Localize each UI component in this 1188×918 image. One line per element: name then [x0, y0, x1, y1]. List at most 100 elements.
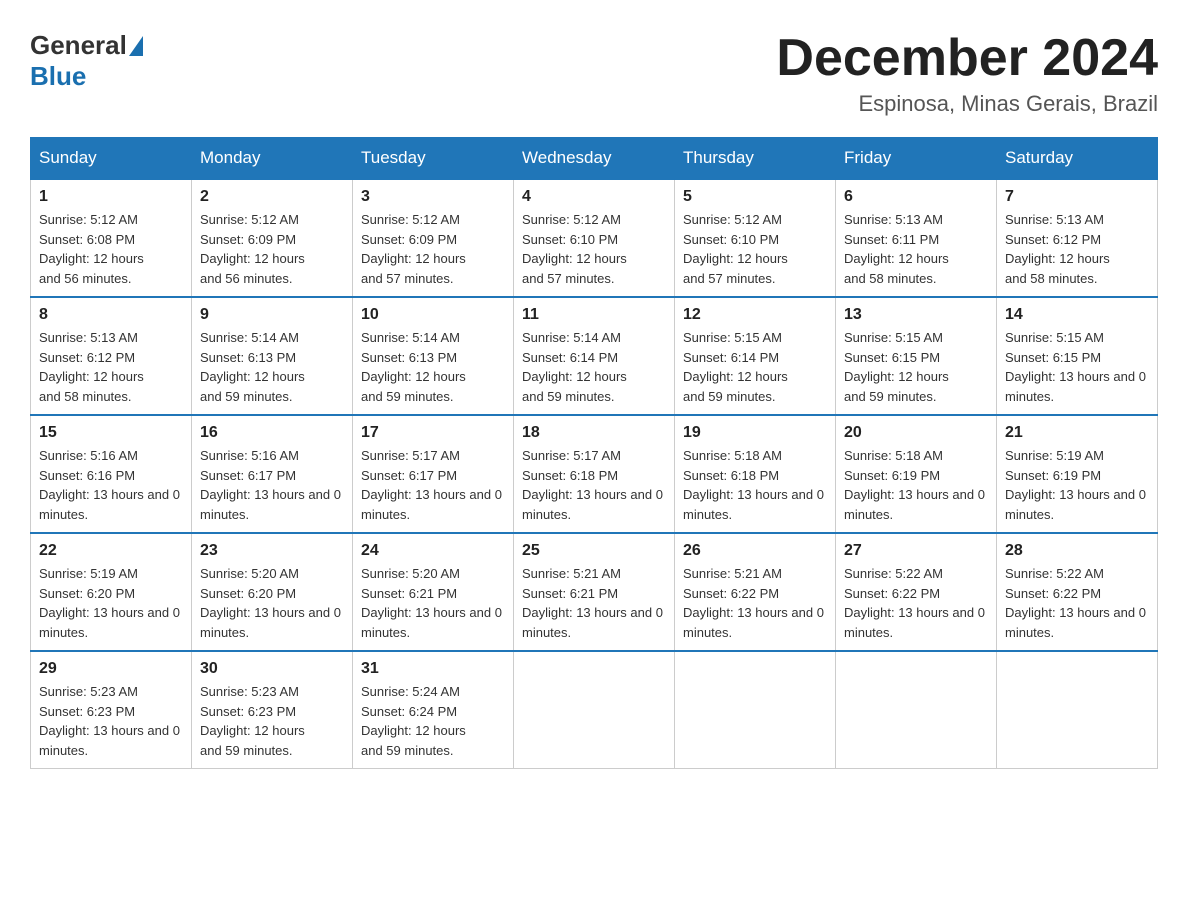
calendar-cell: 3Sunrise: 5:12 AMSunset: 6:09 PMDaylight… [353, 179, 514, 297]
calendar-cell [997, 651, 1158, 769]
day-number: 4 [522, 188, 666, 206]
day-info: Sunrise: 5:24 AMSunset: 6:24 PMDaylight:… [361, 682, 505, 760]
day-info: Sunrise: 5:15 AMSunset: 6:14 PMDaylight:… [683, 328, 827, 406]
calendar-cell: 27 Sunrise: 5:22 AMSunset: 6:22 PMDayligh… [836, 533, 997, 651]
day-info: Sunrise: 5:17 AMSunset: 6:18 PMDaylight:… [522, 446, 666, 524]
calendar-cell [675, 651, 836, 769]
day-number: 18 [522, 424, 666, 442]
day-info: Sunrise: 5:18 AMSunset: 6:19 PMDaylight:… [844, 446, 988, 524]
logo-general-text: General [30, 30, 127, 61]
calendar-table: SundayMondayTuesdayWednesdayThursdayFrid… [30, 137, 1158, 769]
day-info: Sunrise: 5:15 AMSunset: 6:15 PMDaylight:… [844, 328, 988, 406]
calendar-cell: 8 Sunrise: 5:13 AMSunset: 6:12 PMDaylight… [31, 297, 192, 415]
page-header: General Blue December 2024 Espinosa, Min… [30, 30, 1158, 117]
day-info: Sunrise: 5:23 AMSunset: 6:23 PMDaylight:… [39, 682, 183, 760]
logo-blue-text: Blue [30, 61, 86, 92]
day-number: 23 [200, 542, 344, 560]
day-info: Sunrise: 5:23 AMSunset: 6:23 PMDaylight:… [200, 682, 344, 760]
day-number: 2 [200, 188, 344, 206]
day-number: 14 [1005, 306, 1149, 324]
weekday-header-saturday: Saturday [997, 138, 1158, 180]
calendar-cell: 29 Sunrise: 5:23 AMSunset: 6:23 PMDayligh… [31, 651, 192, 769]
day-number: 13 [844, 306, 988, 324]
day-info: Sunrise: 5:14 AMSunset: 6:13 PMDaylight:… [200, 328, 344, 406]
weekday-header-wednesday: Wednesday [514, 138, 675, 180]
calendar-week-row: 8 Sunrise: 5:13 AMSunset: 6:12 PMDaylight… [31, 297, 1158, 415]
day-info: Sunrise: 5:14 AMSunset: 6:14 PMDaylight:… [522, 328, 666, 406]
day-info: Sunrise: 5:22 AMSunset: 6:22 PMDaylight:… [1005, 564, 1149, 642]
day-info: Sunrise: 5:19 AMSunset: 6:20 PMDaylight:… [39, 564, 183, 642]
day-number: 22 [39, 542, 183, 560]
calendar-cell: 10 Sunrise: 5:14 AMSunset: 6:13 PMDayligh… [353, 297, 514, 415]
weekday-header-thursday: Thursday [675, 138, 836, 180]
calendar-cell: 20 Sunrise: 5:18 AMSunset: 6:19 PMDayligh… [836, 415, 997, 533]
day-info: Sunrise: 5:13 AMSunset: 6:12 PMDaylight:… [39, 328, 183, 406]
day-number: 5 [683, 188, 827, 206]
day-info: Sunrise: 5:12 AMSunset: 6:10 PMDaylight:… [683, 210, 827, 288]
day-info: Sunrise: 5:18 AMSunset: 6:18 PMDaylight:… [683, 446, 827, 524]
day-info: Sunrise: 5:12 AMSunset: 6:08 PMDaylight:… [39, 210, 183, 288]
weekday-header-row: SundayMondayTuesdayWednesdayThursdayFrid… [31, 138, 1158, 180]
day-number: 30 [200, 660, 344, 678]
logo-triangle-icon [129, 36, 143, 56]
calendar-cell: 4 Sunrise: 5:12 AMSunset: 6:10 PMDaylight… [514, 179, 675, 297]
day-info: Sunrise: 5:21 AMSunset: 6:22 PMDaylight:… [683, 564, 827, 642]
calendar-cell: 12 Sunrise: 5:15 AMSunset: 6:14 PMDayligh… [675, 297, 836, 415]
calendar-cell: 18 Sunrise: 5:17 AMSunset: 6:18 PMDayligh… [514, 415, 675, 533]
day-number: 27 [844, 542, 988, 560]
calendar-week-row: 22 Sunrise: 5:19 AMSunset: 6:20 PMDayligh… [31, 533, 1158, 651]
calendar-cell: 14Sunrise: 5:15 AMSunset: 6:15 PMDayligh… [997, 297, 1158, 415]
day-number: 17 [361, 424, 505, 442]
day-info: Sunrise: 5:16 AMSunset: 6:16 PMDaylight:… [39, 446, 183, 524]
day-info: Sunrise: 5:22 AMSunset: 6:22 PMDaylight:… [844, 564, 988, 642]
day-info: Sunrise: 5:17 AMSunset: 6:17 PMDaylight:… [361, 446, 505, 524]
weekday-header-friday: Friday [836, 138, 997, 180]
calendar-cell: 13 Sunrise: 5:15 AMSunset: 6:15 PMDayligh… [836, 297, 997, 415]
calendar-cell: 16Sunrise: 5:16 AMSunset: 6:17 PMDayligh… [192, 415, 353, 533]
title-area: December 2024 Espinosa, Minas Gerais, Br… [776, 30, 1158, 117]
day-info: Sunrise: 5:14 AMSunset: 6:13 PMDaylight:… [361, 328, 505, 406]
day-info: Sunrise: 5:12 AMSunset: 6:10 PMDaylight:… [522, 210, 666, 288]
day-info: Sunrise: 5:21 AMSunset: 6:21 PMDaylight:… [522, 564, 666, 642]
location-subtitle: Espinosa, Minas Gerais, Brazil [776, 91, 1158, 117]
day-info: Sunrise: 5:20 AMSunset: 6:20 PMDaylight:… [200, 564, 344, 642]
day-number: 24 [361, 542, 505, 560]
calendar-week-row: 1 Sunrise: 5:12 AMSunset: 6:08 PMDaylight… [31, 179, 1158, 297]
calendar-cell [514, 651, 675, 769]
day-number: 6 [844, 188, 988, 206]
calendar-cell: 11 Sunrise: 5:14 AMSunset: 6:14 PMDayligh… [514, 297, 675, 415]
day-number: 19 [683, 424, 827, 442]
day-number: 8 [39, 306, 183, 324]
day-number: 25 [522, 542, 666, 560]
day-info: Sunrise: 5:20 AMSunset: 6:21 PMDaylight:… [361, 564, 505, 642]
calendar-cell: 2 Sunrise: 5:12 AMSunset: 6:09 PMDaylight… [192, 179, 353, 297]
weekday-header-tuesday: Tuesday [353, 138, 514, 180]
day-number: 26 [683, 542, 827, 560]
day-number: 1 [39, 188, 183, 206]
day-info: Sunrise: 5:12 AMSunset: 6:09 PMDaylight:… [361, 210, 505, 288]
day-number: 20 [844, 424, 988, 442]
day-number: 10 [361, 306, 505, 324]
calendar-cell: 22 Sunrise: 5:19 AMSunset: 6:20 PMDayligh… [31, 533, 192, 651]
calendar-cell: 9Sunrise: 5:14 AMSunset: 6:13 PMDaylight… [192, 297, 353, 415]
calendar-cell: 28 Sunrise: 5:22 AMSunset: 6:22 PMDayligh… [997, 533, 1158, 651]
day-info: Sunrise: 5:19 AMSunset: 6:19 PMDaylight:… [1005, 446, 1149, 524]
day-info: Sunrise: 5:13 AMSunset: 6:12 PMDaylight:… [1005, 210, 1149, 288]
day-number: 21 [1005, 424, 1149, 442]
day-number: 12 [683, 306, 827, 324]
day-number: 16 [200, 424, 344, 442]
day-number: 11 [522, 306, 666, 324]
day-number: 15 [39, 424, 183, 442]
calendar-cell [836, 651, 997, 769]
day-info: Sunrise: 5:12 AMSunset: 6:09 PMDaylight:… [200, 210, 344, 288]
calendar-cell: 21 Sunrise: 5:19 AMSunset: 6:19 PMDayligh… [997, 415, 1158, 533]
day-number: 28 [1005, 542, 1149, 560]
calendar-week-row: 29 Sunrise: 5:23 AMSunset: 6:23 PMDayligh… [31, 651, 1158, 769]
calendar-cell: 30 Sunrise: 5:23 AMSunset: 6:23 PMDayligh… [192, 651, 353, 769]
calendar-week-row: 15 Sunrise: 5:16 AMSunset: 6:16 PMDayligh… [31, 415, 1158, 533]
calendar-cell: 1 Sunrise: 5:12 AMSunset: 6:08 PMDaylight… [31, 179, 192, 297]
day-number: 29 [39, 660, 183, 678]
weekday-header-monday: Monday [192, 138, 353, 180]
calendar-cell: 25 Sunrise: 5:21 AMSunset: 6:21 PMDayligh… [514, 533, 675, 651]
calendar-cell: 23 Sunrise: 5:20 AMSunset: 6:20 PMDayligh… [192, 533, 353, 651]
